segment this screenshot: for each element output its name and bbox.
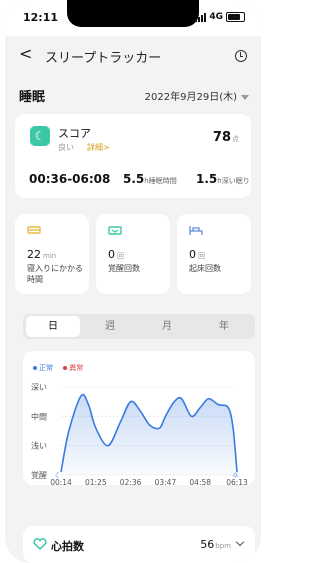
status-indicators: 4G	[195, 12, 245, 22]
y-tick-label: 中間	[31, 411, 47, 421]
stat-card-getup-count: 0回 起床回数	[177, 214, 251, 294]
sleep-hours: 5.5	[123, 172, 145, 186]
getup-icon	[189, 226, 203, 235]
page-title: スリープトラッカー	[45, 51, 162, 66]
phone-screen: 12:11 4G < スリープトラッカー 睡眠 2022年9月29日(木) ☾ …	[5, 0, 261, 563]
x-tick-label: 01:25	[85, 478, 107, 485]
stat-label: 覚醒回数	[108, 264, 140, 273]
sleep-stage-chart: 深い中間浅い覚醒 ☾ ☼00:14 01:25 02:36 03:47 04:58 06:13	[31, 383, 248, 485]
stat-number: 0	[108, 248, 115, 261]
stat-unit: min	[43, 252, 57, 260]
heart-rate-card[interactable]: 心拍数 56bpm	[23, 526, 255, 563]
heart-rate-number: 56	[200, 538, 215, 551]
stat-unit: 回	[198, 252, 205, 260]
heart-rate-value: 56bpm	[200, 538, 231, 551]
section-header: 睡眠 2022年9月29日(木)	[19, 86, 249, 105]
y-tick-label: 深い	[31, 383, 47, 392]
heart-rate-title: 心拍数	[51, 540, 84, 553]
back-button[interactable]: <	[19, 44, 32, 63]
caret-down-icon	[241, 94, 249, 100]
status-bar: 12:11 4G	[5, 0, 261, 36]
stat-label: 起床回数	[189, 264, 221, 273]
stat-unit: 回	[117, 252, 124, 260]
y-tick-label: 浅い	[31, 441, 47, 451]
stat-card-wake-count: 0回 覚醒回数	[96, 214, 170, 294]
score-quality: 良い	[58, 143, 74, 152]
stat-label: 寝入りにかかる時間	[27, 264, 83, 284]
x-tick-label: 04:58	[189, 478, 211, 485]
network-label: 4G	[209, 12, 223, 22]
series-area	[61, 394, 237, 475]
date-label: 2022年9月29日(木)	[144, 92, 237, 103]
notch	[67, 0, 199, 27]
heart-rate-unit: bpm	[215, 542, 231, 550]
x-tick-label: 03:47	[155, 478, 177, 485]
bed-icon	[27, 226, 41, 234]
battery-icon	[226, 12, 245, 22]
score-number: 78	[212, 130, 231, 145]
score-unit: 点	[232, 135, 239, 143]
tab-year[interactable]: 年	[197, 316, 251, 337]
x-tick-label: 00:14	[50, 478, 72, 485]
stat-number: 22	[27, 248, 41, 261]
history-icon[interactable]	[235, 50, 247, 62]
period-tabs: 日 週 月 年	[23, 314, 255, 339]
deep-hours-unit: h深い眠り	[217, 177, 250, 185]
stat-value: 0回	[108, 248, 124, 261]
status-time: 12:11	[23, 11, 59, 24]
score-title: スコア	[58, 127, 91, 140]
tab-day[interactable]: 日	[26, 316, 80, 337]
signal-icon	[195, 12, 207, 22]
details-link[interactable]: 詳細>	[87, 142, 110, 153]
sleep-hours-unit: h睡眠時間	[144, 177, 177, 185]
score-card: ☾ スコア 良い 詳細> 78点 00:36-06:08 5.5h睡眠時間 1.…	[15, 114, 251, 198]
tab-month[interactable]: 月	[140, 316, 194, 337]
x-tick-label: 02:36	[120, 478, 142, 485]
score-value: 78点	[213, 130, 239, 145]
date-selector[interactable]: 2022年9月29日(木)	[145, 88, 249, 103]
nav-bar: < スリープトラッカー	[5, 38, 261, 72]
chevron-down-icon[interactable]	[235, 537, 245, 547]
deep-hours: 1.5	[196, 172, 218, 186]
sleep-time-range: 00:36-06:08	[29, 172, 111, 186]
stat-card-sleep-latency: 22 min 寝入りにかかる時間	[15, 214, 89, 294]
stat-number: 0	[189, 248, 196, 261]
heart-icon	[33, 538, 47, 550]
tab-week[interactable]: 週	[83, 316, 137, 337]
section-title: 睡眠	[19, 90, 46, 105]
sleep-duration: 5.5h睡眠時間	[123, 172, 177, 186]
sleep-chart-card: 正常 異常 深い 中間 浅い 覚醒 ☾ ☼ 00:14 01:25 02:36 03:47 04:5…	[23, 351, 255, 485]
stat-value: 22 min	[27, 248, 56, 261]
y-tick-label: 覚醒	[31, 470, 47, 480]
moon-icon: ☾	[30, 126, 50, 146]
wake-icon	[108, 226, 122, 235]
deep-sleep: 1.5h深い眠り	[196, 172, 250, 186]
x-tick-label: 06:13	[226, 478, 248, 485]
stat-value: 0回	[189, 248, 205, 261]
